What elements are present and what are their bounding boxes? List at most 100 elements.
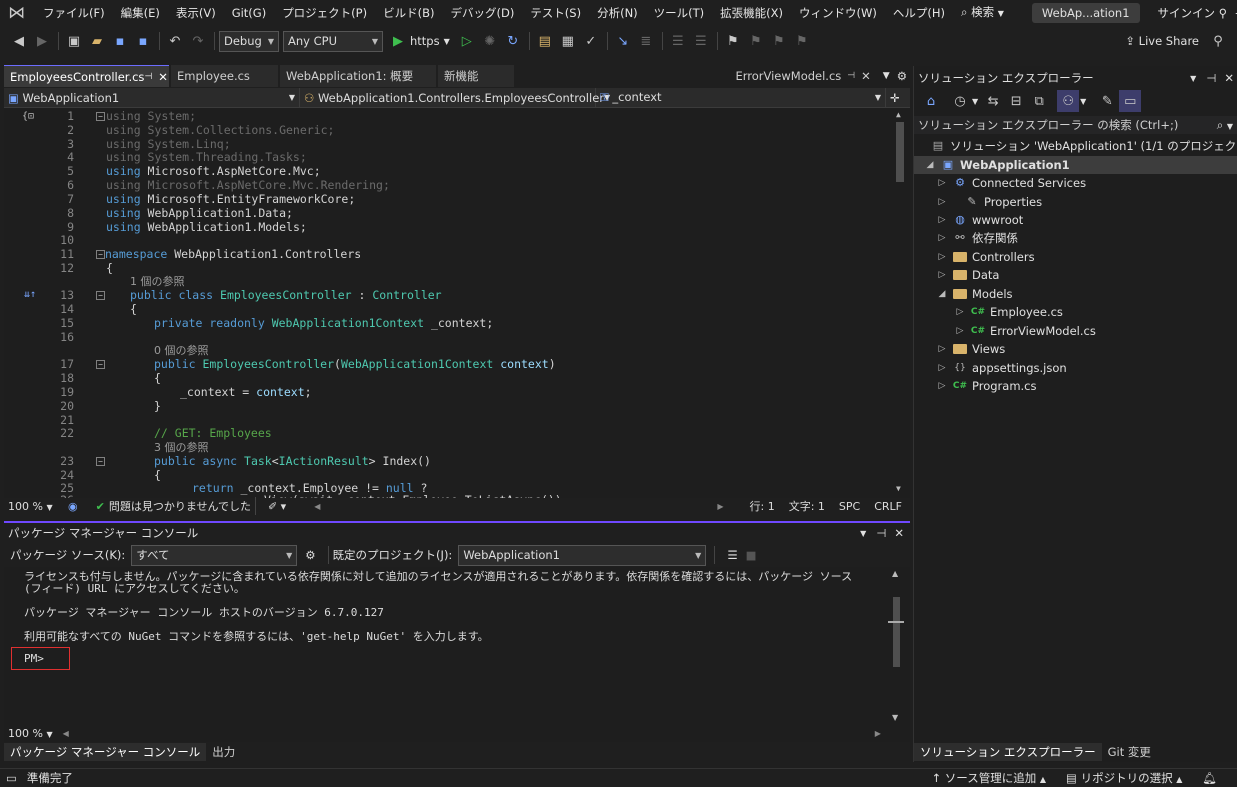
tab-employee[interactable]: Employee.cs — [171, 65, 278, 87]
menu-debug[interactable]: デバッグ(D) — [442, 0, 522, 26]
comment-icon[interactable]: ☰ — [667, 30, 689, 52]
tree-dependencies[interactable]: ▷ ⚯ 依存関係 — [936, 229, 1018, 247]
tree-properties[interactable]: ▷ ✎ Properties — [936, 193, 1043, 211]
console-vertical-scrollbar[interactable]: ▲ ▼ — [888, 569, 904, 722]
run-target-button[interactable]: https — [410, 34, 440, 48]
notification-output-icon[interactable]: ▭ — [6, 771, 17, 785]
format-icon[interactable]: ≣ — [635, 30, 657, 52]
show-all-files-icon[interactable]: ⧉ — [1028, 90, 1050, 112]
se-pin-icon[interactable]: ⊣ — [1206, 71, 1216, 85]
menu-test[interactable]: テスト(S) — [522, 0, 589, 26]
history-icon[interactable]: ◷ — [949, 90, 971, 112]
cleanup-icon[interactable]: ✐ ▾ — [268, 500, 286, 513]
tree-error-view-model-cs[interactable]: ▷ C# ErrorViewModel.cs — [954, 322, 1096, 340]
hot-reload-icon[interactable]: ✺ — [479, 30, 501, 52]
fold-toggle[interactable]: − — [96, 291, 105, 300]
se-search-input[interactable]: ソリューション エクスプローラー の検索 (Ctrl+;) ⌕ ▼ — [914, 116, 1237, 134]
scroll-right-icon[interactable]: ▶ — [717, 502, 723, 511]
tab-error-view-model[interactable]: ErrorViewModel.cs ⊣ ✕ — [729, 65, 877, 87]
menu-help[interactable]: ヘルプ(H) — [885, 0, 953, 26]
filter-icon[interactable]: ⚇ — [1057, 90, 1080, 112]
notifications-bell-icon[interactable]: 🔔︎ — [1202, 771, 1217, 785]
menu-analyze[interactable]: 分析(N) — [589, 0, 646, 26]
menu-project[interactable]: プロジェクト(P) — [274, 0, 375, 26]
fold-toggle[interactable]: − — [96, 360, 105, 369]
line-indicator[interactable]: 行: 1 — [750, 498, 775, 514]
code-editor[interactable]: {⊡ ⇊↑ 1 2 3 4 5 6 7 8 9 10 11 12 13 14 1… — [4, 108, 910, 498]
redo-icon[interactable]: ↷ — [187, 30, 209, 52]
live-share-button[interactable]: ⇪ Live Share — [1125, 34, 1199, 48]
clear-console-icon[interactable]: ☰ — [727, 548, 737, 562]
refresh-icon[interactable]: ↻ — [502, 30, 524, 52]
back-icon[interactable]: ◀ — [8, 30, 30, 52]
save-icon[interactable]: ▪ — [109, 30, 131, 52]
default-project-select[interactable]: WebApplication1 ▼ — [458, 544, 707, 566]
menu-git[interactable]: Git(G) — [224, 0, 275, 26]
char-indicator[interactable]: 文字: 1 — [789, 498, 825, 514]
properties-wrench-icon[interactable]: ✎ — [1096, 90, 1118, 112]
step-icon[interactable]: ↘ — [612, 30, 634, 52]
tree-appsettings[interactable]: ▷{} appsettings.json — [936, 359, 1067, 377]
search-button[interactable]: ⌕ 検索 ▼ — [953, 0, 1012, 27]
codelens-reference[interactable]: 0 個の参照 — [154, 344, 209, 358]
menu-window[interactable]: ウィンドウ(W) — [791, 0, 885, 26]
project-dropdown[interactable]: ▣ WebApplication1 ▼ — [4, 87, 300, 108]
add-to-source-control-button[interactable]: ↑ ソース管理に追加 ▲ — [932, 770, 1047, 786]
platform-select[interactable]: Any CPU ▼ — [283, 30, 383, 52]
collapse-all-icon[interactable]: ⊟ — [1005, 90, 1027, 112]
class-dropdown[interactable]: ⚇ WebApplication1.Controllers.EmployeesC… — [300, 87, 610, 108]
scroll-thumb[interactable] — [893, 597, 900, 667]
menu-view[interactable]: 表示(V) — [168, 0, 224, 26]
tree-controllers[interactable]: ▷ Controllers — [936, 248, 1035, 266]
tab-overview[interactable]: WebApplication1: 概要 — [280, 65, 436, 87]
package-source-select[interactable]: すべて ▼ — [131, 544, 298, 566]
run-without-debug-icon[interactable]: ▷ — [456, 30, 478, 52]
member-dropdown[interactable]: ⚿ _context ▼ — [596, 87, 886, 108]
tree-project[interactable]: ◢ ▣ WebApplication1 — [914, 156, 1237, 174]
open-folder-icon[interactable]: ▰ — [86, 30, 108, 52]
scroll-left-icon[interactable]: ◀ — [63, 729, 69, 738]
scroll-right-icon[interactable]: ▶ — [875, 729, 881, 738]
layout-icon[interactable]: ▦ — [557, 30, 579, 52]
split-icon[interactable]: ✛ — [886, 91, 904, 105]
copilot-icon[interactable]: ◉ — [68, 500, 78, 513]
editor-vertical-scrollbar[interactable]: ▲ ▼ — [892, 108, 908, 496]
tree-wwwroot[interactable]: ▷ ◍ wwwroot — [936, 211, 1024, 229]
pin-icon[interactable]: ⊣ — [847, 71, 855, 81]
scroll-thumb[interactable] — [896, 122, 904, 182]
menu-file[interactable]: ファイル(F) — [35, 0, 113, 26]
home-icon[interactable]: ⌂ — [920, 90, 942, 112]
feedback-icon[interactable]: ⚲ — [1207, 30, 1229, 52]
tree-program-cs[interactable]: ▷ C# Program.cs — [936, 377, 1037, 395]
menu-edit[interactable]: 編集(E) — [113, 0, 168, 26]
package-settings-gear-icon[interactable]: ⚙ — [305, 548, 315, 562]
pmc-close-icon[interactable]: ✕ — [894, 526, 904, 540]
solution-explorer-icon[interactable]: ▤ — [534, 30, 556, 52]
tree-employee-cs[interactable]: ▷ C# Employee.cs — [954, 303, 1063, 321]
forward-icon[interactable]: ▶ — [31, 30, 53, 52]
close-tab-icon[interactable]: ✕ — [158, 70, 168, 84]
issues-status[interactable]: 問題は見つかりませんでした — [109, 498, 251, 514]
spellcheck-icon[interactable]: ✓ — [580, 30, 602, 52]
codelens-reference[interactable]: 3 個の参照 — [154, 441, 209, 455]
configuration-select[interactable]: Debug ▼ — [219, 30, 279, 52]
tab-output[interactable]: 出力 — [206, 743, 241, 761]
console-zoom-select[interactable]: 100 % ▼ — [8, 727, 53, 740]
tab-solution-explorer[interactable]: ソリューション エクスプローラー — [914, 743, 1102, 761]
pin-icon[interactable]: ⊣ — [144, 72, 152, 82]
whitespace-indicator[interactable]: SPC — [839, 500, 860, 513]
menu-tools[interactable]: ツール(T) — [646, 0, 713, 26]
menu-extensions[interactable]: 拡張機能(X) — [712, 0, 791, 26]
tab-whats-new[interactable]: 新機能 — [438, 65, 514, 87]
tab-employees-controller[interactable]: EmployeesController.cs ⊣ ✕ — [4, 65, 169, 87]
line-ending-indicator[interactable]: CRLF — [874, 500, 902, 513]
bookmark-icon[interactable]: ⚑ — [722, 30, 744, 52]
run-icon[interactable]: ▶ — [387, 30, 409, 52]
tree-data[interactable]: ▷ Data — [936, 266, 1000, 284]
se-close-icon[interactable]: ✕ — [1224, 71, 1234, 85]
codelens-reference[interactable]: 1 個の参照 — [130, 275, 185, 289]
window-title[interactable]: WebAp...ation1 — [1031, 3, 1140, 23]
stop-icon[interactable]: ■ — [746, 548, 757, 562]
fold-toggle[interactable]: − — [96, 457, 105, 466]
prev-bookmark-icon[interactable]: ⚑ — [745, 30, 767, 52]
